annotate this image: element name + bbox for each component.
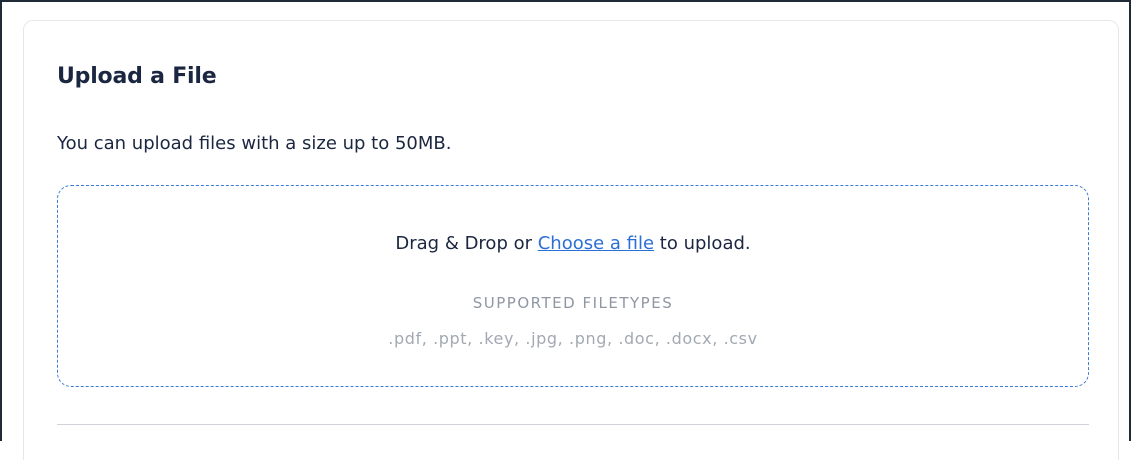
supported-filetypes-list: .pdf, .ppt, .key, .jpg, .png, .doc, .doc… (388, 329, 758, 348)
drag-drop-label: Drag & Drop or (395, 233, 538, 254)
choose-file-link[interactable]: Choose a file (538, 233, 654, 254)
page-title: Upload a File (57, 64, 217, 89)
upload-size-description: You can upload files with a size up to 5… (57, 133, 452, 154)
file-dropzone[interactable]: Drag & Drop or Choose a file to upload. … (57, 185, 1089, 387)
dropzone-instructions: Drag & Drop or Choose a file to upload. (58, 231, 1088, 257)
upload-suffix-label: to upload. (654, 233, 751, 254)
supported-filetypes-heading: SUPPORTED FILETYPES (472, 294, 674, 312)
upload-card: Upload a File You can upload files with … (23, 20, 1119, 460)
section-divider (57, 424, 1089, 425)
